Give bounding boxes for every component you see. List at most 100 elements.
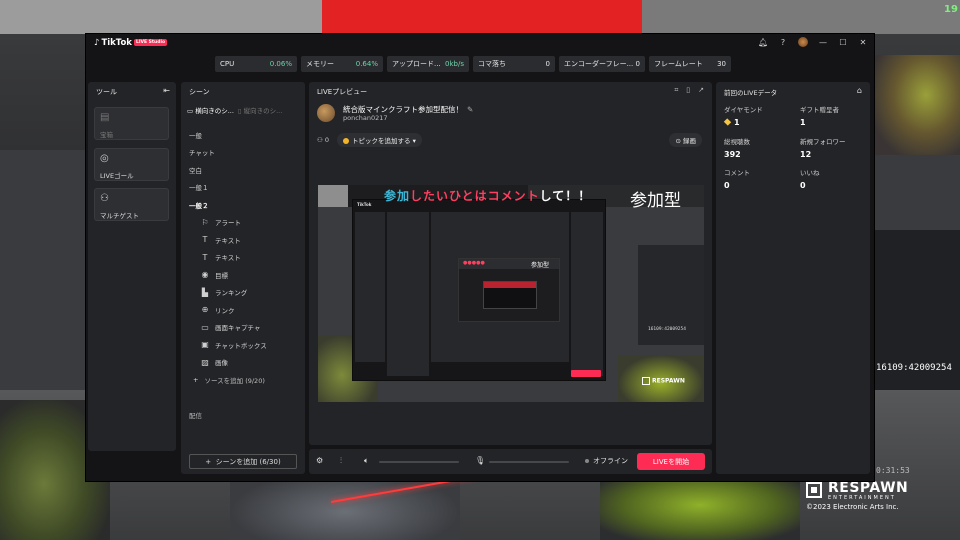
chatbox-icon: ▣	[201, 340, 209, 350]
source-label: テキスト	[215, 254, 241, 263]
source-item[interactable]: ▨ 画像	[189, 354, 299, 372]
tab-landscape-label: 横向きのシ...	[195, 107, 234, 115]
treasure-icon: ▤	[100, 112, 110, 123]
tab-landscape[interactable]: ▭ 横向きのシ...	[187, 105, 234, 115]
tools-title: ツール	[96, 88, 117, 96]
source-item[interactable]: T テキスト	[189, 249, 299, 267]
guests-icon: ⚇	[100, 193, 109, 204]
preview-icons: ⌗ ▯ ↗	[674, 86, 704, 95]
live-studio-badge: LIVE Studio	[133, 39, 168, 46]
metric-diamonds: ダイヤモンド 1	[723, 104, 794, 127]
source-label: チャットボックス	[215, 341, 267, 350]
source-item[interactable]: ◉ 目標	[189, 266, 299, 284]
source-item[interactable]: ⊕ リンク	[189, 301, 299, 319]
scene-item-active[interactable]: 一般２	[189, 196, 299, 214]
close-icon[interactable]: ✕	[858, 38, 868, 47]
metric-value: 12	[800, 150, 812, 159]
titlebar: ♪ TikTok LIVE Studio 🔔︎ ? — ☐ ✕	[86, 34, 874, 54]
stat-value: 0	[635, 60, 640, 68]
overlay-part-c: して！！	[539, 189, 592, 203]
speaker-volume-slider[interactable]	[379, 461, 459, 463]
scene-item[interactable]: 一般	[189, 126, 299, 144]
share-icon[interactable]: ↗	[698, 86, 704, 95]
tool-multi-guest-button[interactable]: ⚇ マルチゲスト	[94, 188, 169, 221]
nested-red-bar	[484, 282, 536, 288]
tool-treasure-button[interactable]: ▤ 宝箱	[94, 107, 169, 140]
last-live-data-panel: 前回のLIVEデータ ⌂ ダイヤモンド 1 ギフト贈呈者 1 総視聴数 392 …	[716, 82, 870, 474]
metric-comments: コメント 0	[724, 167, 794, 190]
add-scene-button[interactable]: + シーンを追加 (6/30)	[189, 454, 297, 469]
metric-value: 0	[800, 181, 806, 190]
viewers-count: ⚇ 0	[317, 136, 330, 144]
home-icon[interactable]: ⌂	[857, 86, 862, 95]
add-scene-label: シーンを追加 (6/30)	[215, 457, 281, 466]
maximize-icon[interactable]: ☐	[838, 38, 848, 47]
bg-timer: 0:31:53	[876, 466, 910, 475]
collapse-icon[interactable]: ⇤	[163, 86, 170, 95]
stat-upload: アップロード... 0kb/s	[387, 56, 469, 72]
source-item[interactable]: ▣ チャットボックス	[189, 336, 299, 354]
screen-capture-icon: ▭	[201, 322, 209, 332]
nested-studio-window: TikTok ●●●●● 参加型	[352, 199, 606, 381]
tab-portrait[interactable]: ▯ 縦向きのシ...	[238, 105, 282, 115]
source-label: 画像	[215, 359, 228, 368]
stat-label: アップロード...	[392, 60, 441, 68]
crop-icon[interactable]: ⌗	[674, 86, 678, 95]
scene-item[interactable]: チャット	[189, 144, 299, 162]
speaker-icon[interactable]: 🔈︎	[364, 456, 369, 466]
add-topic-button[interactable]: トピックを追加する ▾	[337, 133, 422, 147]
metric-label: 総視聴数	[724, 138, 750, 146]
bg-red-banner	[322, 0, 642, 34]
metric-label: いいね	[800, 169, 820, 177]
ranking-icon: ▙	[201, 287, 209, 297]
help-icon[interactable]: ?	[778, 38, 788, 47]
stream-title-text: 統合版マインクラフト参加型配信！	[343, 105, 463, 114]
go-live-button[interactable]: LIVEを開始	[637, 453, 705, 470]
app-logo: ♪ TikTok LIVE Studio	[94, 38, 168, 48]
record-button[interactable]: ⊙ 録画	[669, 133, 702, 147]
source-item[interactable]: ⚐ アラート	[189, 214, 299, 232]
tool-label: LIVEゴール	[100, 172, 134, 180]
nested-overlay-text: ●●●●●	[463, 260, 485, 266]
stat-value: 0.64%	[355, 60, 378, 68]
edit-icon[interactable]: ✎	[467, 105, 473, 114]
add-topic-label: トピックを追加する	[352, 137, 411, 145]
add-source-label: ソースを追加 (9/20)	[204, 376, 265, 385]
phone-icon[interactable]: ▯	[686, 86, 690, 95]
source-item[interactable]: T テキスト	[189, 231, 299, 249]
mic-volume-slider[interactable]	[489, 461, 569, 463]
scene-item[interactable]: 一般１	[189, 179, 299, 197]
source-item[interactable]: ▙ ランキング	[189, 284, 299, 302]
source-label: テキスト	[215, 236, 241, 245]
nested-recursive-window	[483, 281, 537, 309]
settings-gear-icon[interactable]: ⚙	[316, 456, 323, 465]
diamond-icon	[723, 118, 732, 126]
minimize-icon[interactable]: —	[818, 38, 828, 47]
metric-value: 1	[723, 118, 794, 127]
streamer-avatar[interactable]	[317, 104, 335, 122]
scene-item[interactable]: 空白	[189, 161, 299, 179]
viewers-value: 0	[324, 136, 330, 144]
alert-icon: ⚐	[201, 217, 209, 227]
avatar[interactable]	[798, 37, 808, 47]
bell-icon[interactable]: 🔔︎	[758, 38, 768, 47]
metric-total-views: 総視聴数 392	[724, 136, 794, 159]
bg-panel-left	[0, 0, 322, 34]
record-label: 録画	[683, 137, 696, 145]
overlay-part-b: したいひとはコメント	[410, 189, 540, 203]
nested-live-button	[571, 370, 601, 377]
mixer-icon[interactable]: ⫶	[340, 456, 342, 466]
tool-live-goal-button[interactable]: ◎ LIVEゴール	[94, 148, 169, 181]
metric-likes: いいね 0	[800, 167, 870, 190]
metric-label: ダイヤモンド	[724, 106, 763, 114]
stat-cpu: CPU 0.06%	[215, 56, 297, 72]
stat-label: メモリー	[306, 60, 334, 68]
microphone-icon[interactable]: 🎙︎	[475, 456, 485, 465]
source-item[interactable]: ▭ 画面キャプチャ	[189, 319, 299, 337]
stream-status: オフライン	[585, 456, 628, 466]
scene-footer-label[interactable]: 配信	[189, 410, 202, 420]
nested-scenes-panel	[387, 212, 429, 376]
add-source-button[interactable]: + ソースを追加 (9/20)	[189, 371, 299, 389]
stream-preview[interactable]: 16109:42009254 TikTok ●●●●● 参加型 参加したいひとは…	[318, 185, 704, 402]
nested-tools-panel	[355, 212, 385, 362]
